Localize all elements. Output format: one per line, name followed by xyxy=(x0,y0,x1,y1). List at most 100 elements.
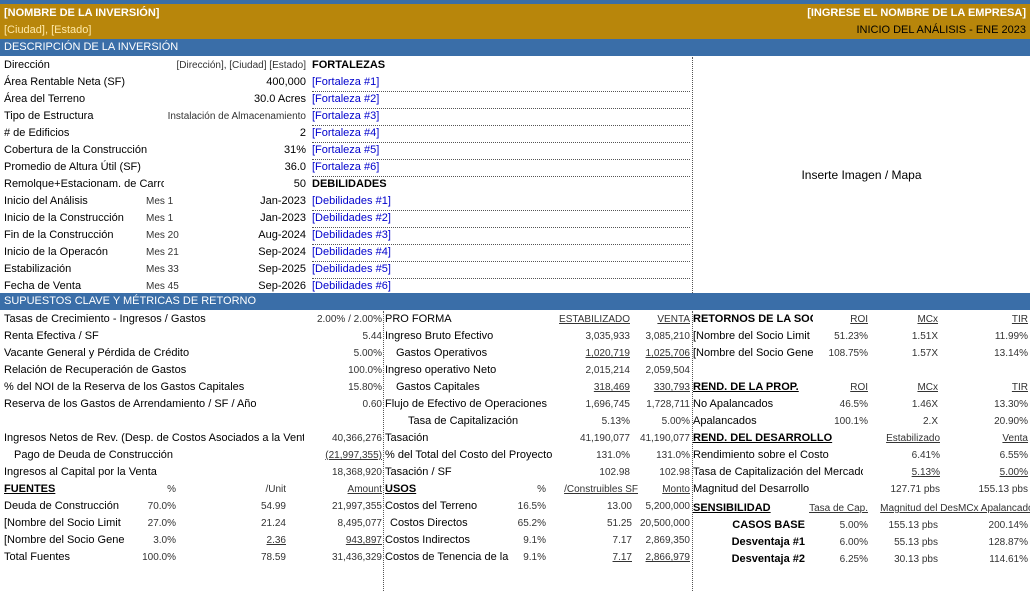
proforma-stabilized-value[interactable]: 131.0% xyxy=(540,447,630,464)
development-sale-value[interactable]: 5.00% xyxy=(955,464,1028,481)
source-amount[interactable]: 21,997,355 xyxy=(300,498,382,515)
proforma-sale-value[interactable]: 2,059,504 xyxy=(632,362,691,379)
proforma-stabilized-value[interactable]: 1,020,719 xyxy=(540,345,631,362)
use-pct[interactable]: 16.5% xyxy=(500,498,546,515)
assumption-value[interactable]: 15.80% xyxy=(300,379,382,396)
property-mcx[interactable]: 1.46X xyxy=(880,396,938,413)
use-amount[interactable]: 2,869,350 xyxy=(634,532,691,549)
development-sale-value[interactable]: 6.55% xyxy=(955,447,1028,464)
proforma-stabilized-value[interactable]: 102.98 xyxy=(540,464,630,481)
assumption-value[interactable]: 18,368,920 xyxy=(300,464,382,481)
source-amount[interactable]: 31,436,329 xyxy=(300,549,382,566)
weakness-item[interactable]: [Debilidades #2] xyxy=(312,210,690,228)
proforma-sale-value[interactable]: 1,728,711 xyxy=(632,396,690,413)
proforma-sale-value[interactable]: 5.00% xyxy=(632,413,690,430)
partner-tir[interactable]: 11.99% xyxy=(960,328,1028,345)
city-state[interactable]: [Ciudad], [Estado] xyxy=(4,24,91,36)
description-value[interactable]: 36.0 xyxy=(150,159,306,176)
partner-mcx[interactable]: 1.51X xyxy=(880,328,938,345)
sensitivity-mcx-value[interactable]: 128.87% xyxy=(955,534,1028,551)
development-stabilized-value[interactable]: 127.71 pbs xyxy=(860,481,941,498)
proforma-stabilized-value[interactable]: 1,696,745 xyxy=(540,396,631,413)
proforma-sale-value[interactable]: 41,190,077 xyxy=(632,430,690,447)
source-pct[interactable]: 100.0% xyxy=(120,549,176,566)
assumption-value[interactable]: 0.60 xyxy=(300,396,382,413)
strength-item[interactable]: [Fortaleza #2] xyxy=(312,91,690,109)
property-tir[interactable]: 13.30% xyxy=(960,396,1028,413)
proforma-sale-value[interactable]: 131.0% xyxy=(632,447,690,464)
proforma-stabilized-value[interactable]: 3,035,933 xyxy=(540,328,631,345)
source-unit[interactable]: 78.59 xyxy=(240,549,286,566)
description-value[interactable]: 50 xyxy=(150,176,306,193)
use-pct[interactable]: 9.1% xyxy=(500,549,546,566)
weakness-item[interactable]: [Debilidades #3] xyxy=(312,227,690,245)
partner-mcx[interactable]: 1.57X xyxy=(880,345,938,362)
weakness-item[interactable]: [Debilidades #1] xyxy=(312,193,690,211)
strength-item[interactable]: [Fortaleza #3] xyxy=(312,108,690,126)
use-sf[interactable]: 13.00 xyxy=(560,498,632,515)
use-sf[interactable]: 7.17 xyxy=(560,549,632,566)
investment-name[interactable]: [NOMBRE DE LA INVERSIÓN] xyxy=(4,7,159,19)
sensitivity-cap-value[interactable]: 6.00% xyxy=(800,534,868,551)
source-amount[interactable]: 8,495,077 xyxy=(300,515,383,532)
property-mcx[interactable]: 2.X xyxy=(880,413,938,430)
assumption-value[interactable]: 5.44 xyxy=(300,328,382,345)
use-pct[interactable]: 9.1% xyxy=(500,532,546,549)
use-sf[interactable]: 7.17 xyxy=(560,532,632,549)
proforma-stabilized-value[interactable]: 318,469 xyxy=(540,379,630,396)
property-roi[interactable]: 46.5% xyxy=(800,396,868,413)
proforma-sale-value[interactable]: 3,085,210 xyxy=(632,328,691,345)
source-unit[interactable]: 2.36 xyxy=(240,532,286,549)
assumption-value[interactable]: 2.00% / 2.00% xyxy=(300,311,382,328)
partner-tir[interactable]: 13.14% xyxy=(960,345,1028,362)
use-pct[interactable]: 65.2% xyxy=(500,515,546,532)
weakness-item[interactable]: [Debilidades #5] xyxy=(312,261,690,279)
use-amount[interactable]: 20,500,000 xyxy=(634,515,690,532)
property-roi[interactable]: 100.1% xyxy=(800,413,868,430)
use-amount[interactable]: 5,200,000 xyxy=(634,498,691,515)
sensitivity-mcx-value[interactable]: 200.14% xyxy=(955,517,1028,534)
strength-item[interactable]: [Fortaleza #4] xyxy=(312,125,690,143)
sensitivity-mcx-value[interactable]: 114.61% xyxy=(955,551,1028,568)
sensitivity-cap-value[interactable]: 5.00% xyxy=(800,517,868,534)
image-placeholder[interactable]: Inserte Imagen / Mapa xyxy=(693,57,1030,293)
development-sale-value[interactable]: 155.13 pbs xyxy=(955,481,1029,498)
sensitivity-dev-value[interactable]: 55.13 pbs xyxy=(870,534,938,551)
description-value[interactable]: [Dirección], [Ciudad] [Estado] xyxy=(150,57,306,74)
description-value[interactable]: Jan-2023 xyxy=(150,193,306,210)
strength-item[interactable]: [Fortaleza #6] xyxy=(312,159,690,177)
proforma-sale-value[interactable]: 1,025,706 xyxy=(632,345,691,362)
sensitivity-dev-value[interactable]: 30.13 pbs xyxy=(870,551,938,568)
source-unit[interactable]: 21.24 xyxy=(240,515,286,532)
proforma-sale-value[interactable]: 330,793 xyxy=(632,379,690,396)
source-pct[interactable]: 70.0% xyxy=(120,498,176,515)
description-value[interactable]: 30.0 Acres xyxy=(150,91,306,108)
sensitivity-cap-value[interactable]: 6.25% xyxy=(800,551,868,568)
company-name[interactable]: [INGRESE EL NOMBRE DE LA EMPRESA] xyxy=(807,7,1026,19)
property-tir[interactable]: 20.90% xyxy=(960,413,1028,430)
source-pct[interactable]: 3.0% xyxy=(120,532,176,549)
description-value[interactable]: Aug-2024 xyxy=(150,227,306,244)
source-unit[interactable]: 54.99 xyxy=(240,498,286,515)
proforma-stabilized-value[interactable]: 5.13% xyxy=(540,413,630,430)
assumption-value[interactable]: 40,366,276 xyxy=(300,430,382,447)
weakness-item[interactable]: [Debilidades #4] xyxy=(312,244,690,262)
strength-item[interactable]: [Fortaleza #1] xyxy=(312,74,690,92)
description-value[interactable]: 31% xyxy=(150,142,306,159)
partner-roi[interactable]: 51.23% xyxy=(800,328,868,345)
proforma-sale-value[interactable]: 102.98 xyxy=(632,464,690,481)
sensitivity-dev-value[interactable]: 155.13 pbs xyxy=(870,517,939,534)
source-pct[interactable]: 27.0% xyxy=(120,515,176,532)
description-value[interactable]: 400,000 xyxy=(150,74,306,91)
development-stabilized-value[interactable]: 6.41% xyxy=(860,447,940,464)
description-value[interactable]: Sep-2024 xyxy=(150,244,306,261)
use-sf[interactable]: 51.25 xyxy=(560,515,632,532)
assumption-value[interactable]: (21,997,355) xyxy=(300,447,382,464)
source-amount[interactable]: 943,897 xyxy=(300,532,382,549)
description-value[interactable]: Instalación de Almacenamiento xyxy=(150,108,306,125)
development-stabilized-value[interactable]: 5.13% xyxy=(860,464,940,481)
proforma-stabilized-value[interactable]: 2,015,214 xyxy=(540,362,631,379)
use-amount[interactable]: 2,866,979 xyxy=(634,549,691,566)
description-value[interactable]: Jan-2023 xyxy=(150,210,306,227)
proforma-stabilized-value[interactable]: 41,190,077 xyxy=(540,430,630,447)
